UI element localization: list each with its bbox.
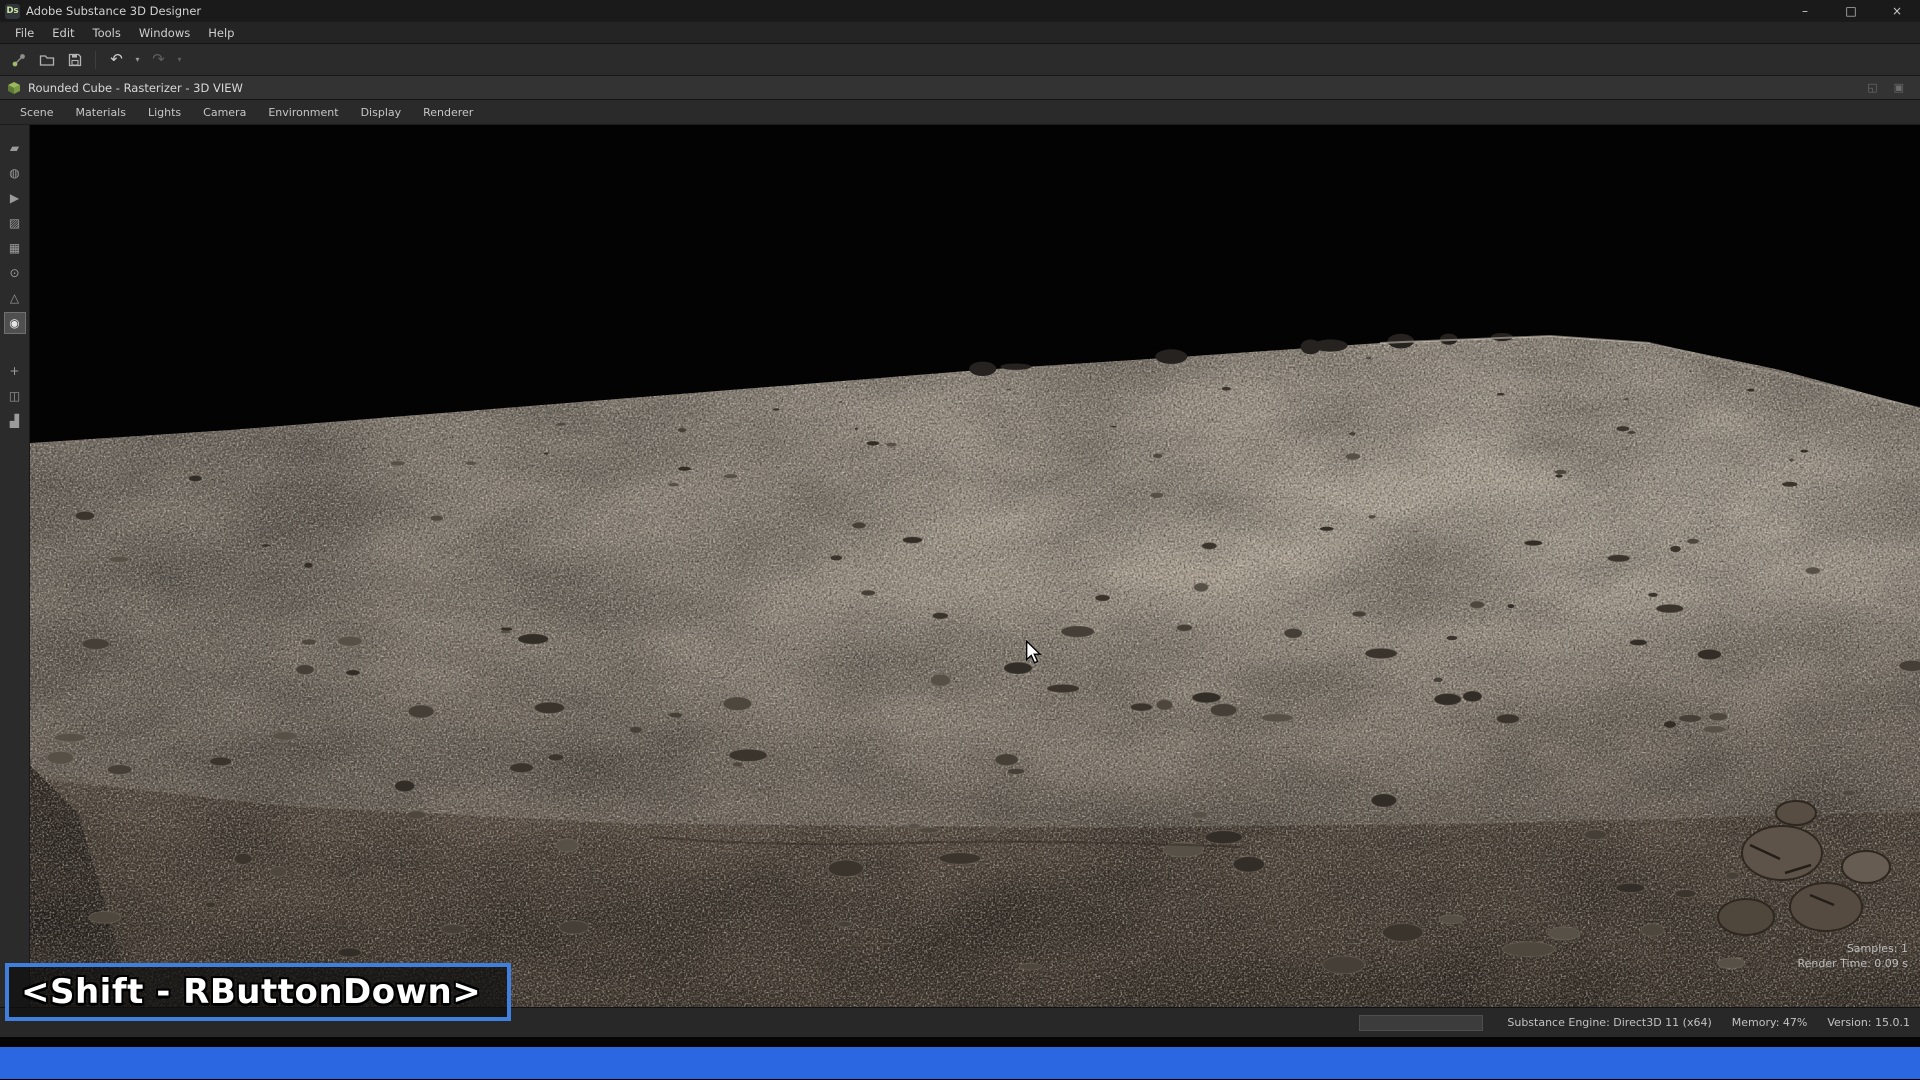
render-stats: Samples: 1 Render Time: 0.09 s (1798, 941, 1909, 971)
main-toolbar: ↶ ▾ ↷ ▾ (0, 44, 1920, 76)
viewmenu-camera[interactable]: Camera (192, 100, 257, 124)
bottom-accent-bar (0, 1047, 1920, 1079)
bottom-gap (0, 1037, 1920, 1047)
save-icon[interactable] (62, 47, 87, 72)
window-title: Adobe Substance 3D Designer (26, 4, 201, 18)
open-folder-icon[interactable] (34, 47, 59, 72)
toolbar-separator (95, 51, 96, 69)
viewmenu-lights[interactable]: Lights (137, 100, 192, 124)
viewmenu-scene[interactable]: Scene (9, 100, 65, 124)
menu-file[interactable]: File (6, 22, 43, 43)
app-logo-icon: Ds (5, 4, 20, 19)
viewport-tool-strip: ▰ ◍ ▶ ▨ ▦ ⊙ △ ◉ + ◫ ▟ (0, 125, 30, 1007)
menu-tools[interactable]: Tools (84, 22, 130, 43)
menu-windows[interactable]: Windows (130, 22, 199, 43)
render-time-label: Render Time: 0.09 s (1798, 956, 1909, 971)
panel-header: Rounded Cube - Rasterizer - 3D VIEW ◱ ▣ (0, 76, 1920, 100)
panel-dock-icon[interactable]: ▣ (1894, 81, 1904, 94)
viewmenu-materials[interactable]: Materials (65, 100, 137, 124)
viewmenu-display[interactable]: Display (350, 100, 413, 124)
memory-label: Memory: 47% (1732, 1016, 1808, 1029)
material-icon[interactable]: ▨ (4, 212, 26, 234)
redo-button[interactable]: ↷ (146, 47, 171, 72)
undo-dropdown-caret[interactable]: ▾ (132, 55, 143, 64)
mouse-cursor-icon (1024, 640, 1042, 668)
transform-icon[interactable]: + (4, 360, 26, 382)
panel-title: Rounded Cube - Rasterizer - 3D VIEW (28, 81, 243, 95)
viewmenu-renderer[interactable]: Renderer (412, 100, 484, 124)
status-progress-bar (1359, 1015, 1483, 1031)
node-graph-icon[interactable] (6, 47, 31, 72)
render-region-icon[interactable]: ◉ (4, 312, 26, 334)
uv-icon[interactable]: ◫ (4, 385, 26, 407)
lamp-icon[interactable]: △ (4, 287, 26, 309)
undo-button[interactable]: ↶ (104, 47, 129, 72)
menu-help[interactable]: Help (199, 22, 243, 43)
engine-label: Substance Engine: Direct3D 11 (x64) (1507, 1016, 1711, 1029)
image-icon[interactable]: ▦ (4, 237, 26, 259)
3d-viewport[interactable]: Samples: 1 Render Time: 0.09 s (30, 125, 1920, 1007)
redo-icon: ↷ (152, 52, 165, 67)
keycast-text: <Shift - RButtonDown> (21, 972, 481, 1012)
undo-icon: ↶ (110, 52, 123, 67)
panel-float-icon[interactable]: ◱ (1867, 81, 1877, 94)
menu-bar: File Edit Tools Windows Help (0, 22, 1920, 44)
panel-cube-icon (7, 81, 21, 95)
minimize-button[interactable]: – (1782, 0, 1828, 22)
camera-icon[interactable]: ▰ (4, 137, 26, 159)
maximize-button[interactable]: □ (1828, 0, 1874, 22)
zoom-icon[interactable]: ⊙ (4, 262, 26, 284)
histogram-icon[interactable]: ▟ (4, 410, 26, 432)
pointer-icon[interactable]: ▶ (4, 187, 26, 209)
keycast-overlay: <Shift - RButtonDown> (5, 963, 511, 1021)
samples-label: Samples: 1 (1798, 941, 1909, 956)
panel-dock-controls: ◱ ▣ (1867, 81, 1920, 94)
menu-edit[interactable]: Edit (43, 22, 83, 43)
viewmenu-environment[interactable]: Environment (257, 100, 349, 124)
redo-dropdown-caret[interactable]: ▾ (174, 55, 185, 64)
close-button[interactable]: × (1874, 0, 1920, 22)
workspace: ▰ ◍ ▶ ▨ ▦ ⊙ △ ◉ + ◫ ▟ (0, 125, 1920, 1007)
version-label: Version: 15.0.1 (1827, 1016, 1910, 1029)
window-controls: – □ × (1782, 0, 1920, 22)
view-menu-bar: Scene Materials Lights Camera Environmen… (0, 100, 1920, 125)
lightbulb-icon[interactable]: ◍ (4, 162, 26, 184)
title-bar: Ds Adobe Substance 3D Designer – □ × (0, 0, 1920, 22)
terrain-render (30, 125, 1920, 1007)
